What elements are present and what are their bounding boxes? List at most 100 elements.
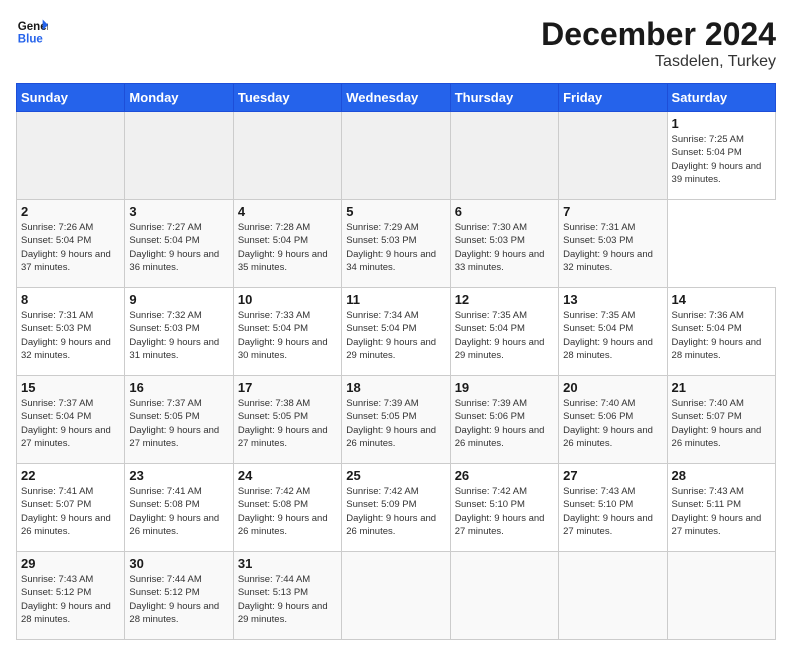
- day-info: Sunrise: 7:41 AMSunset: 5:08 PMDaylight:…: [129, 485, 228, 538]
- day-number: 27: [563, 468, 662, 483]
- day-cell-3: 3 Sunrise: 7:27 AMSunset: 5:04 PMDaylight…: [125, 200, 233, 288]
- day-number: 1: [672, 116, 771, 131]
- day-info: Sunrise: 7:39 AMSunset: 5:05 PMDaylight:…: [346, 397, 445, 450]
- day-number: 15: [21, 380, 120, 395]
- day-info: Sunrise: 7:44 AMSunset: 5:12 PMDaylight:…: [129, 573, 228, 626]
- day-cell-25: 25 Sunrise: 7:42 AMSunset: 5:09 PMDayligh…: [342, 464, 450, 552]
- day-number: 20: [563, 380, 662, 395]
- day-number: 2: [21, 204, 120, 219]
- day-cell-24: 24 Sunrise: 7:42 AMSunset: 5:08 PMDayligh…: [233, 464, 341, 552]
- day-cell-6: 6Sunrise: 7:30 AMSunset: 5:03 PMDaylight…: [450, 200, 558, 288]
- day-info: Sunrise: 7:31 AMSunset: 5:03 PMDaylight:…: [21, 309, 120, 362]
- day-cell-12: 12 Sunrise: 7:35 AMSunset: 5:04 PMDayligh…: [450, 288, 558, 376]
- day-header-tuesday: Tuesday: [233, 84, 341, 112]
- day-info: Sunrise: 7:32 AMSunset: 5:03 PMDaylight:…: [129, 309, 228, 362]
- day-info: Sunrise: 7:28 AMSunset: 5:04 PMDaylight:…: [238, 221, 337, 274]
- day-cell-5: 5 Sunrise: 7:29 AMSunset: 5:03 PMDaylight…: [342, 200, 450, 288]
- empty-cell: [450, 552, 558, 640]
- title-area: December 2024 Tasdelen, Turkey: [541, 16, 776, 71]
- header-row: SundayMondayTuesdayWednesdayThursdayFrid…: [17, 84, 776, 112]
- day-cell-2: 2Sunrise: 7:26 AMSunset: 5:04 PMDaylight…: [17, 200, 125, 288]
- day-cell-23: 23 Sunrise: 7:41 AMSunset: 5:08 PMDayligh…: [125, 464, 233, 552]
- calendar-body: 1Sunrise: 7:25 AMSunset: 5:04 PMDaylight…: [17, 112, 776, 640]
- day-number: 11: [346, 292, 445, 307]
- day-cell-13: 13 Sunrise: 7:35 AMSunset: 5:04 PMDayligh…: [559, 288, 667, 376]
- day-cell-14: 14Sunrise: 7:36 AMSunset: 5:04 PMDayligh…: [667, 288, 775, 376]
- day-cell-17: 17Sunrise: 7:38 AMSunset: 5:05 PMDayligh…: [233, 376, 341, 464]
- day-cell-16: 16 Sunrise: 7:37 AMSunset: 5:05 PMDayligh…: [125, 376, 233, 464]
- day-number: 3: [129, 204, 228, 219]
- day-info: Sunrise: 7:43 AMSunset: 5:10 PMDaylight:…: [563, 485, 662, 538]
- day-header-friday: Friday: [559, 84, 667, 112]
- day-number: 31: [238, 556, 337, 571]
- day-info: Sunrise: 7:40 AMSunset: 5:07 PMDaylight:…: [672, 397, 771, 450]
- day-cell-26: 26 Sunrise: 7:42 AMSunset: 5:10 PMDayligh…: [450, 464, 558, 552]
- day-cell-19: 19Sunrise: 7:39 AMSunset: 5:06 PMDayligh…: [450, 376, 558, 464]
- location: Tasdelen, Turkey: [541, 53, 776, 71]
- day-number: 4: [238, 204, 337, 219]
- day-number: 16: [129, 380, 228, 395]
- day-cell-8: 8 Sunrise: 7:31 AMSunset: 5:03 PMDaylight…: [17, 288, 125, 376]
- day-info: Sunrise: 7:33 AMSunset: 5:04 PMDaylight:…: [238, 309, 337, 362]
- empty-cell: [17, 112, 125, 200]
- day-cell-21: 21 Sunrise: 7:40 AMSunset: 5:07 PMDayligh…: [667, 376, 775, 464]
- day-number: 12: [455, 292, 554, 307]
- day-info: Sunrise: 7:42 AMSunset: 5:08 PMDaylight:…: [238, 485, 337, 538]
- day-number: 8: [21, 292, 120, 307]
- empty-cell: [342, 552, 450, 640]
- day-cell-22: 22Sunrise: 7:41 AMSunset: 5:07 PMDayligh…: [17, 464, 125, 552]
- day-cell-20: 20 Sunrise: 7:40 AMSunset: 5:06 PMDayligh…: [559, 376, 667, 464]
- day-cell-29: 29Sunrise: 7:43 AMSunset: 5:12 PMDayligh…: [17, 552, 125, 640]
- day-number: 6: [455, 204, 554, 219]
- day-header-wednesday: Wednesday: [342, 84, 450, 112]
- day-info: Sunrise: 7:35 AMSunset: 5:04 PMDaylight:…: [563, 309, 662, 362]
- empty-cell: [450, 112, 558, 200]
- day-number: 25: [346, 468, 445, 483]
- calendar-week-1: 2Sunrise: 7:26 AMSunset: 5:04 PMDaylight…: [17, 200, 776, 288]
- day-cell-10: 10Sunrise: 7:33 AMSunset: 5:04 PMDayligh…: [233, 288, 341, 376]
- day-cell-15: 15Sunrise: 7:37 AMSunset: 5:04 PMDayligh…: [17, 376, 125, 464]
- day-number: 21: [672, 380, 771, 395]
- day-number: 22: [21, 468, 120, 483]
- day-info: Sunrise: 7:29 AMSunset: 5:03 PMDaylight:…: [346, 221, 445, 274]
- calendar-week-5: 29Sunrise: 7:43 AMSunset: 5:12 PMDayligh…: [17, 552, 776, 640]
- month-year: December 2024: [541, 16, 776, 53]
- calendar-table: SundayMondayTuesdayWednesdayThursdayFrid…: [16, 83, 776, 640]
- day-number: 30: [129, 556, 228, 571]
- day-number: 18: [346, 380, 445, 395]
- day-cell-1: 1Sunrise: 7:25 AMSunset: 5:04 PMDaylight…: [667, 112, 775, 200]
- day-info: Sunrise: 7:34 AMSunset: 5:04 PMDaylight:…: [346, 309, 445, 362]
- day-info: Sunrise: 7:44 AMSunset: 5:13 PMDaylight:…: [238, 573, 337, 626]
- day-info: Sunrise: 7:37 AMSunset: 5:05 PMDaylight:…: [129, 397, 228, 450]
- logo: General Blue: [16, 16, 48, 48]
- day-header-monday: Monday: [125, 84, 233, 112]
- day-info: Sunrise: 7:42 AMSunset: 5:09 PMDaylight:…: [346, 485, 445, 538]
- calendar-week-4: 22Sunrise: 7:41 AMSunset: 5:07 PMDayligh…: [17, 464, 776, 552]
- day-info: Sunrise: 7:40 AMSunset: 5:06 PMDaylight:…: [563, 397, 662, 450]
- day-number: 7: [563, 204, 662, 219]
- empty-cell: [559, 112, 667, 200]
- day-info: Sunrise: 7:38 AMSunset: 5:05 PMDaylight:…: [238, 397, 337, 450]
- day-info: Sunrise: 7:35 AMSunset: 5:04 PMDaylight:…: [455, 309, 554, 362]
- day-cell-31: 31 Sunrise: 7:44 AMSunset: 5:13 PMDayligh…: [233, 552, 341, 640]
- empty-cell: [125, 112, 233, 200]
- day-info: Sunrise: 7:27 AMSunset: 5:04 PMDaylight:…: [129, 221, 228, 274]
- day-cell-30: 30 Sunrise: 7:44 AMSunset: 5:12 PMDayligh…: [125, 552, 233, 640]
- day-info: Sunrise: 7:31 AMSunset: 5:03 PMDaylight:…: [563, 221, 662, 274]
- day-number: 28: [672, 468, 771, 483]
- day-info: Sunrise: 7:43 AMSunset: 5:12 PMDaylight:…: [21, 573, 120, 626]
- day-number: 5: [346, 204, 445, 219]
- calendar-week-3: 15Sunrise: 7:37 AMSunset: 5:04 PMDayligh…: [17, 376, 776, 464]
- day-info: Sunrise: 7:43 AMSunset: 5:11 PMDaylight:…: [672, 485, 771, 538]
- day-number: 24: [238, 468, 337, 483]
- day-info: Sunrise: 7:42 AMSunset: 5:10 PMDaylight:…: [455, 485, 554, 538]
- empty-cell: [342, 112, 450, 200]
- empty-cell: [559, 552, 667, 640]
- day-number: 14: [672, 292, 771, 307]
- day-number: 23: [129, 468, 228, 483]
- day-number: 26: [455, 468, 554, 483]
- day-number: 13: [563, 292, 662, 307]
- logo-icon: General Blue: [16, 16, 48, 48]
- day-number: 9: [129, 292, 228, 307]
- day-cell-28: 28 Sunrise: 7:43 AMSunset: 5:11 PMDayligh…: [667, 464, 775, 552]
